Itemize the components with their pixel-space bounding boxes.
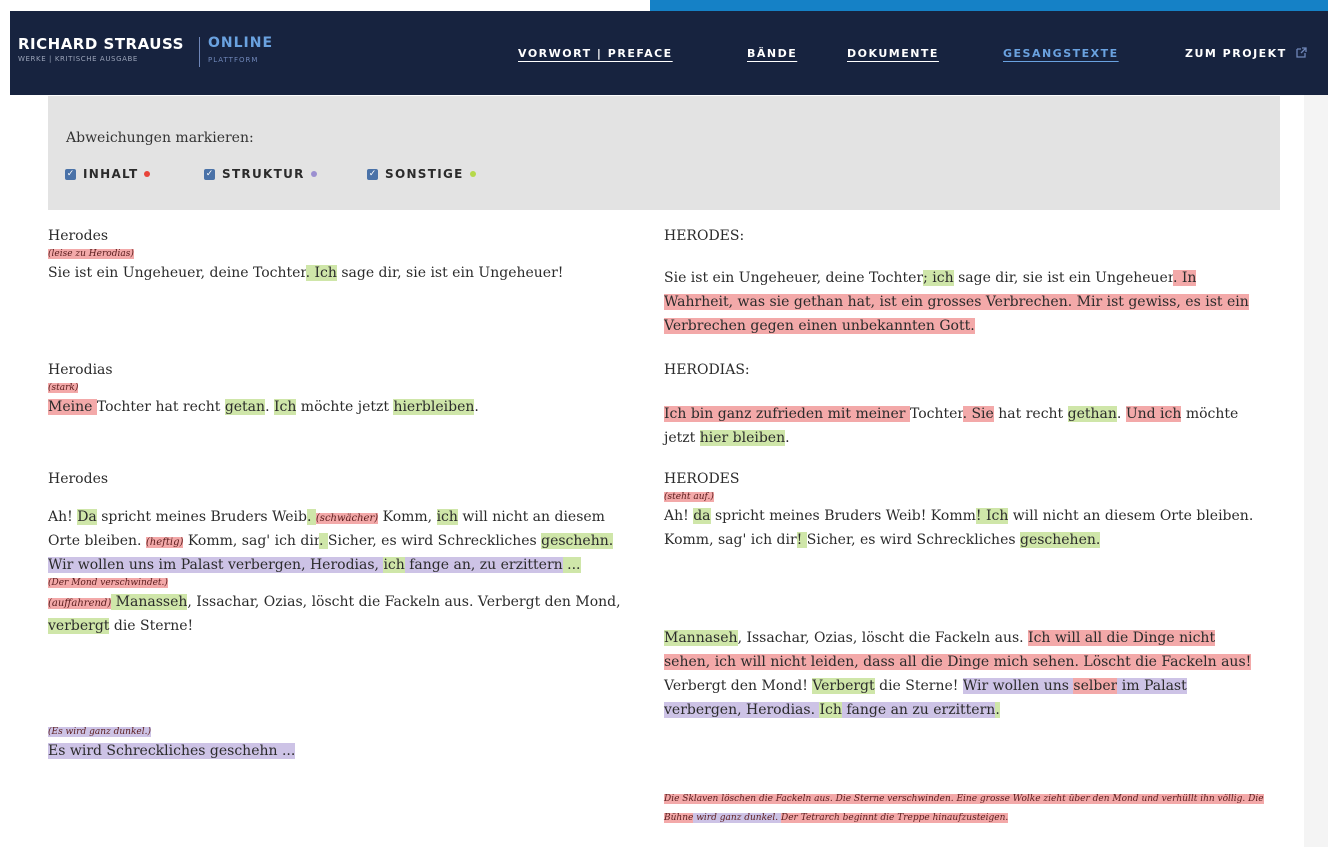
nav-link-vorwort[interactable]: VORWORT | PREFACE [518, 47, 673, 60]
speaker-name: HERODIAS: [664, 362, 750, 378]
stage-direction: (Es wird ganz dunkel.) [48, 727, 151, 737]
speaker-name: Herodes [48, 228, 109, 244]
lyric-text: Sie ist ein Ungeheuer, deine Tochter. Ic… [48, 265, 564, 281]
struktur-color-dot [310, 171, 317, 177]
lyric-text: Es wird Schreckliches geschehn ... [48, 743, 296, 759]
stage-direction: Die Sklaven löschen die Fackeln aus. Die… [664, 794, 1264, 823]
text-block: (Es wird ganz dunkel.) Es wird Schreckli… [48, 726, 296, 763]
site-logo[interactable]: RICHARD STRAUSS WERKE | KRITISCHE AUSGAB… [18, 35, 272, 67]
stage-direction: (Der Mond verschwindet.) [48, 578, 168, 588]
checkbox-struktur[interactable]: ✓ STRUKTUR [204, 167, 317, 181]
deviation-filter-panel: Abweichungen markieren: ✓ INHALT ✓ STRUK… [48, 96, 1280, 210]
top-strip [0, 0, 1328, 11]
checkbox-struktur-label: STRUKTUR [222, 167, 305, 181]
text-block: HERODES (steht auf.) Ah! da spricht mein… [664, 467, 1264, 552]
nav-link-zum-projekt-label: ZUM PROJEKT [1185, 47, 1287, 60]
nav-link-gesangstexte[interactable]: GESANGSTEXTE [1003, 47, 1119, 60]
lyric-text: (auffahrend) Manasseh, Issachar, Ozias, … [48, 594, 621, 634]
nav-link-dokumente[interactable]: DOKUMENTE [847, 47, 939, 60]
speaker-name: Herodias [48, 362, 113, 378]
check-icon: ✓ [204, 168, 215, 180]
lyric-text: Sie ist ein Ungeheuer, deine Tochter; ic… [664, 270, 1249, 334]
brand-subtitle: WERKE | KRITISCHE AUSGABE [18, 55, 138, 63]
filter-title: Abweichungen markieren: [66, 130, 254, 146]
top-accent-bar [650, 0, 1328, 11]
brand-online: ONLINE [208, 35, 274, 51]
brand-platform: PLATTFORM [208, 56, 259, 64]
text-block: Mannaseh, Issachar, Ozias, löscht die Fa… [664, 626, 1264, 722]
checkbox-sonstige[interactable]: ✓ SONSTIGE [367, 167, 476, 181]
text-block: Herodes Ah! Da spricht meines Bruders We… [48, 467, 628, 638]
page-scrollbar-track[interactable] [1304, 95, 1328, 847]
checkbox-inhalt-label: INHALT [83, 167, 139, 181]
speaker-name: HERODES [664, 471, 740, 487]
lyric-text: Meine Tochter hat recht getan. Ich möcht… [48, 399, 479, 415]
external-link-icon [1296, 47, 1307, 58]
lyric-text: Ah! Da spricht meines Bruders Weib. (sch… [48, 509, 614, 573]
text-block: HERODES: Sie ist ein Ungeheuer, deine To… [664, 224, 1264, 338]
text-block: HERODIAS: Ich bin ganz zufrieden mit mei… [664, 358, 1264, 450]
nav-link-zum-projekt[interactable]: ZUM PROJEKT [1185, 47, 1307, 60]
stage-direction: (leise zu Herodias) [48, 249, 134, 259]
checkbox-sonstige-label: SONSTIGE [385, 167, 464, 181]
stage-direction: (steht auf.) [664, 492, 714, 502]
brand-name: RICHARD STRAUSS [18, 35, 184, 53]
speaker-name: HERODES: [664, 228, 745, 244]
nav-link-baende[interactable]: BÄNDE [747, 47, 797, 60]
inhalt-color-dot [144, 171, 151, 177]
checkbox-inhalt[interactable]: ✓ INHALT [65, 167, 151, 181]
sonstige-color-dot [469, 171, 476, 177]
lyric-text: Ich bin ganz zufrieden mit meiner Tochte… [664, 406, 1239, 446]
lyric-text: Mannaseh, Issachar, Ozias, löscht die Fa… [664, 630, 1252, 718]
text-block: Herodias (stark) Meine Tochter hat recht… [48, 358, 479, 419]
main-navigation: RICHARD STRAUSS WERKE | KRITISCHE AUSGAB… [10, 11, 1328, 95]
stage-direction: (stark) [48, 383, 79, 393]
check-icon: ✓ [65, 168, 76, 180]
text-block: Herodes (leise zu Herodias) Sie ist ein … [48, 224, 563, 285]
brand-divider [199, 37, 200, 67]
speaker-name: Herodes [48, 471, 109, 487]
check-icon: ✓ [367, 168, 378, 180]
lyric-text: Ah! da spricht meines Bruders Weib! Komm… [664, 508, 1254, 548]
text-block: Die Sklaven löschen die Fackeln aus. Die… [664, 790, 1264, 828]
